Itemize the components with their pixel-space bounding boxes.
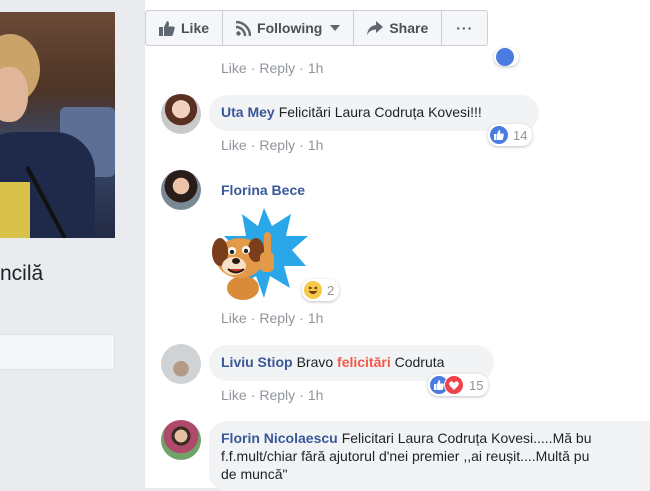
separator-dot: · xyxy=(299,137,304,153)
comment-like-link[interactable]: Like xyxy=(221,137,247,153)
love-reaction-icon xyxy=(444,375,464,395)
separator-dot: · xyxy=(250,60,256,76)
profile-name[interactable]: ncilă xyxy=(0,262,130,286)
reaction-count: 2 xyxy=(327,282,335,298)
comment-text: Felicitări Laura Codruța Kovesi!!! xyxy=(278,104,482,120)
share-label: Share xyxy=(389,20,429,36)
comment-text-line3: de muncă" xyxy=(221,466,288,482)
avatar[interactable] xyxy=(161,170,201,210)
reaction-summary[interactable]: 2 xyxy=(302,279,340,301)
comment-bubble: Florin Nicolaescu Felicitari Laura Codruț… xyxy=(209,421,650,491)
separator-dot: · xyxy=(299,60,304,76)
reaction-summary[interactable]: 14 xyxy=(488,124,533,146)
like-reaction-icon xyxy=(496,48,514,66)
post-action-bar: Like Following Share ··· xyxy=(145,10,489,46)
reaction-summary[interactable]: 15 xyxy=(428,374,489,396)
following-label: Following xyxy=(257,20,323,36)
more-dots-icon: ··· xyxy=(456,20,474,36)
dog-thumbs-up-sticker[interactable] xyxy=(206,206,311,306)
comment-actions: Like · Reply · 1h xyxy=(221,60,323,76)
comment-reply-link[interactable]: Reply xyxy=(259,387,295,403)
separator-dot: · xyxy=(250,387,256,403)
comment-author[interactable]: Florin Nicolaescu xyxy=(221,430,338,446)
avatar[interactable] xyxy=(161,94,201,134)
comment-timestamp[interactable]: 1h xyxy=(308,387,324,403)
haha-reaction-icon xyxy=(304,281,322,299)
following-button[interactable]: Following xyxy=(223,11,355,45)
comment-actions: Like · Reply · 1h xyxy=(221,137,323,153)
separator-dot: · xyxy=(299,310,304,326)
separator-dot: · xyxy=(250,310,256,326)
separator-dot: · xyxy=(250,137,256,153)
reaction-count: 14 xyxy=(513,127,528,143)
comment-like-link[interactable]: Like xyxy=(221,310,247,326)
profile-photo[interactable] xyxy=(0,12,115,238)
comment-text-line1: Felicitari Laura Codruța Kovesi.....Mă b… xyxy=(341,430,592,446)
comment-text-highlight: felicitări xyxy=(337,354,391,370)
share-arrow-icon xyxy=(367,21,384,35)
comment-timestamp[interactable]: 1h xyxy=(308,137,324,153)
comment-text-before: Bravo xyxy=(296,354,338,370)
thumbs-up-icon xyxy=(159,20,175,36)
comment-like-link[interactable]: Like xyxy=(221,60,247,76)
reaction-summary[interactable] xyxy=(494,48,519,66)
share-button[interactable]: Share xyxy=(354,11,443,45)
reaction-count: 15 xyxy=(469,377,484,393)
comment-author[interactable]: Uta Mey xyxy=(221,104,275,120)
comment-text-after: Codruta xyxy=(390,354,445,370)
comment-timestamp[interactable]: 1h xyxy=(308,60,324,76)
separator-dot: · xyxy=(299,387,304,403)
comment-actions: Like · Reply · 1h xyxy=(221,310,323,326)
like-label: Like xyxy=(181,20,210,36)
comment-reply-link[interactable]: Reply xyxy=(259,60,295,76)
more-options-button[interactable]: ··· xyxy=(442,11,487,45)
comment-bubble: Uta Mey Felicitări Laura Codruța Kovesi!!… xyxy=(209,95,539,131)
comment-actions: Like · Reply · 1h xyxy=(221,387,323,403)
comment-text-line2: f.f.mult/chiar fără ajutorul d'nei premi… xyxy=(221,448,590,464)
comment-author[interactable]: Liviu Stiop xyxy=(221,354,293,370)
comment-like-link[interactable]: Like xyxy=(221,387,247,403)
comment-reply-link[interactable]: Reply xyxy=(259,137,295,153)
comment-timestamp[interactable]: 1h xyxy=(308,310,324,326)
like-reaction-icon xyxy=(490,126,508,144)
caret-down-icon xyxy=(330,25,341,31)
comment-reply-link[interactable]: Reply xyxy=(259,310,295,326)
avatar[interactable] xyxy=(161,420,201,460)
comment-author[interactable]: Florina Bece xyxy=(221,182,305,198)
left-input-field[interactable] xyxy=(0,334,115,370)
left-column: ncilă xyxy=(0,0,130,488)
like-button[interactable]: Like xyxy=(146,11,224,45)
rss-icon xyxy=(236,20,252,36)
avatar[interactable] xyxy=(161,344,201,384)
